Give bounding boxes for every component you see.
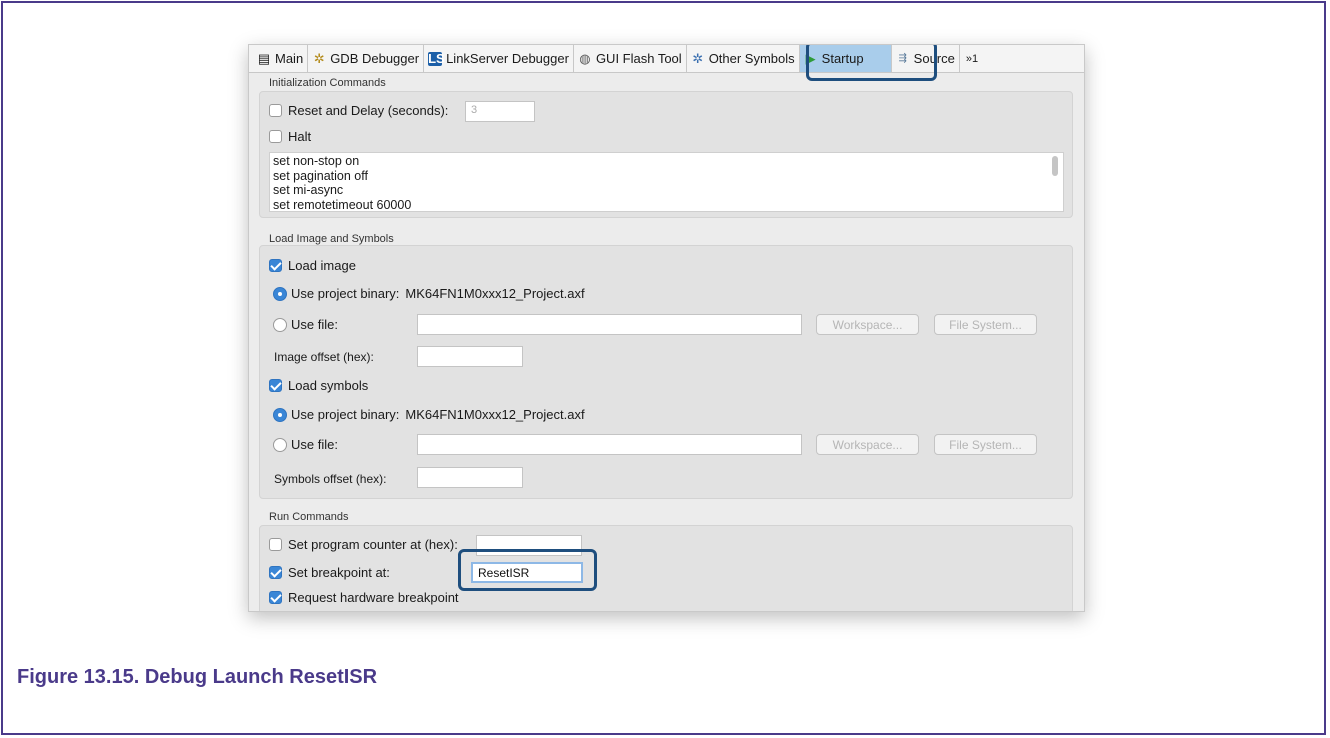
tab-main[interactable]: ▤ Main — [249, 45, 309, 72]
set-pc-check[interactable] — [269, 538, 282, 551]
command-line: set mi-async — [273, 183, 344, 197]
symbols-use-file-radio[interactable]: Use file: — [273, 437, 338, 452]
bug-icon: ✲ — [313, 50, 325, 66]
symbols-filesystem-button[interactable]: File System... — [934, 434, 1037, 455]
command-line: set pagination off — [273, 168, 368, 183]
symbols-file-input[interactable] — [417, 434, 802, 455]
page-icon: ▤ — [257, 50, 271, 66]
startup-tab-highlight — [806, 45, 937, 81]
scrollbar[interactable] — [1052, 156, 1058, 176]
launch-config-window: ▤ Main ✲ GDB Debugger LS LinkServer Debugge… — [248, 44, 1085, 612]
load-image-check[interactable] — [269, 259, 282, 272]
tab-gdb-debugger[interactable]: ✲ GDB Debugger — [308, 45, 425, 72]
image-filesystem-button[interactable]: File System... — [934, 314, 1037, 335]
image-workspace-button[interactable]: Workspace... — [816, 314, 919, 335]
load-symbols-check[interactable] — [269, 379, 282, 392]
set-pc-checkbox[interactable]: Set program counter at (hex): — [269, 537, 458, 552]
symbols-project-binary: MK64FN1M0xxx12_Project.axf — [405, 407, 585, 422]
halt-check[interactable] — [269, 130, 282, 143]
breakpoint-highlight — [458, 549, 597, 591]
run-section-title: Run Commands — [269, 511, 349, 523]
load-image-checkbox[interactable]: Load image — [269, 258, 356, 273]
set-breakpoint-check[interactable] — [269, 566, 282, 579]
flash-icon: ◍ — [579, 50, 591, 66]
init-section-title: Initialization Commands — [269, 77, 386, 89]
symbols-offset-input[interactable] — [417, 467, 523, 488]
image-use-file-radio[interactable]: Use file: — [273, 317, 338, 332]
command-line: set remotetimeout 60000 — [273, 197, 412, 212]
bug-icon: ✲ — [692, 50, 704, 66]
command-line: set non-stop on — [273, 154, 360, 168]
image-project-binary: MK64FN1M0xxx12_Project.axf — [405, 286, 585, 301]
tab-linkserver-debugger[interactable]: LS LinkServer Debugger — [424, 45, 574, 72]
load-symbols-checkbox[interactable]: Load symbols — [269, 378, 368, 393]
symbols-workspace-button[interactable]: Workspace... — [816, 434, 919, 455]
hw-breakpoint-check[interactable] — [269, 591, 282, 604]
reset-delay-check[interactable] — [269, 104, 282, 117]
radio-on[interactable] — [273, 286, 287, 301]
figure-caption: Figure 13.15. Debug Launch ResetISR — [17, 666, 378, 688]
symbols-offset-label: Symbols offset (hex): — [274, 472, 387, 486]
set-breakpoint-checkbox[interactable]: Set breakpoint at: — [269, 565, 390, 580]
image-file-input[interactable] — [417, 314, 802, 335]
tab-other-symbols[interactable]: ✲ Other Symbols — [687, 45, 800, 72]
image-offset-label: Image offset (hex): — [274, 350, 374, 364]
ls-icon: LS — [428, 50, 445, 66]
symbols-use-project-binary-radio[interactable]: Use project binary: MK64FN1M0xxx12_Proje… — [273, 407, 585, 422]
image-offset-input[interactable] — [417, 346, 523, 367]
tab-gui-flash-tool[interactable]: ◍ GUI Flash Tool — [574, 45, 687, 72]
halt-checkbox[interactable]: Halt — [269, 129, 311, 144]
image-use-project-binary-radio[interactable]: Use project binary: MK64FN1M0xxx12_Proje… — [273, 286, 585, 301]
load-section-title: Load Image and Symbols — [269, 233, 394, 245]
load-group — [259, 245, 1073, 499]
radio-off[interactable] — [273, 437, 287, 452]
tabs-overflow[interactable]: »1 — [960, 45, 982, 72]
init-commands-textarea[interactable]: set non-stop on set pagination off set m… — [269, 152, 1064, 212]
tab-bar: ▤ Main ✲ GDB Debugger LS LinkServer Debugge… — [249, 45, 1084, 73]
reset-delay-checkbox[interactable]: Reset and Delay (seconds): — [269, 103, 448, 118]
radio-on[interactable] — [273, 407, 287, 422]
reset-delay-field[interactable]: 3 — [465, 101, 535, 122]
radio-off[interactable] — [273, 317, 287, 332]
hw-breakpoint-checkbox[interactable]: Request hardware breakpoint — [269, 590, 459, 605]
